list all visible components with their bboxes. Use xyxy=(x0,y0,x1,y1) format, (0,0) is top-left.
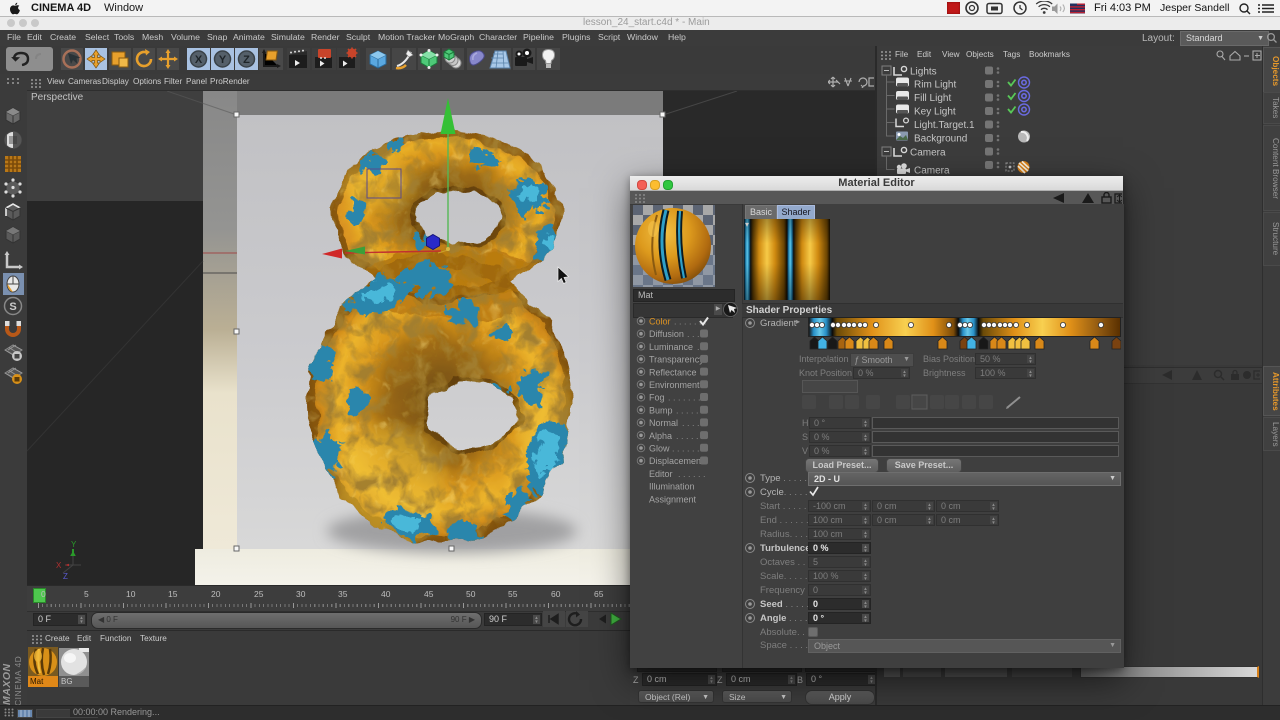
svg-text:Reflectance: Reflectance xyxy=(649,367,697,377)
svg-text:Editor: Editor xyxy=(649,469,673,479)
svg-text:Camera: Camera xyxy=(914,166,950,177)
svg-text:. . . . . . .: . . . . . . . xyxy=(672,444,705,454)
svg-text:Rim Light: Rim Light xyxy=(914,80,956,91)
svg-text:. . . . . .: . . . . . . xyxy=(678,469,706,479)
svg-text:Assignment: Assignment xyxy=(649,494,697,504)
svg-text:X: X xyxy=(56,561,62,570)
svg-text:. . . . . .: . . . . . . xyxy=(676,431,704,441)
svg-text:Fill Light: Fill Light xyxy=(914,93,951,104)
svg-text:Alpha: Alpha xyxy=(649,431,672,441)
svg-text:. . . . . .: . . . . . . xyxy=(676,405,704,415)
svg-text:Light.Target.1: Light.Target.1 xyxy=(914,120,975,131)
svg-text:S: S xyxy=(9,301,16,313)
svg-text:Displacement: Displacement xyxy=(649,456,704,466)
svg-text:Color: Color xyxy=(649,317,671,327)
svg-text:Background: Background xyxy=(914,134,967,145)
svg-text:Y: Y xyxy=(71,540,77,549)
svg-text:Transparency: Transparency xyxy=(649,355,704,365)
svg-text:Glow: Glow xyxy=(649,444,670,454)
svg-text:Luminance: Luminance xyxy=(649,342,693,352)
svg-text:Lights: Lights xyxy=(910,67,937,78)
svg-text:Normal: Normal xyxy=(649,418,678,428)
svg-text:Key Light: Key Light xyxy=(914,107,956,118)
svg-text:Bump: Bump xyxy=(649,405,673,415)
svg-text:Environment: Environment xyxy=(649,380,700,390)
svg-text:Z: Z xyxy=(63,572,68,581)
svg-text:Camera: Camera xyxy=(910,148,946,159)
svg-text:Illumination: Illumination xyxy=(649,482,695,492)
svg-text:Fog: Fog xyxy=(649,393,665,403)
svg-text:. . . . . . .: . . . . . . . xyxy=(668,393,701,403)
svg-text:Diffusion: Diffusion xyxy=(649,329,684,339)
